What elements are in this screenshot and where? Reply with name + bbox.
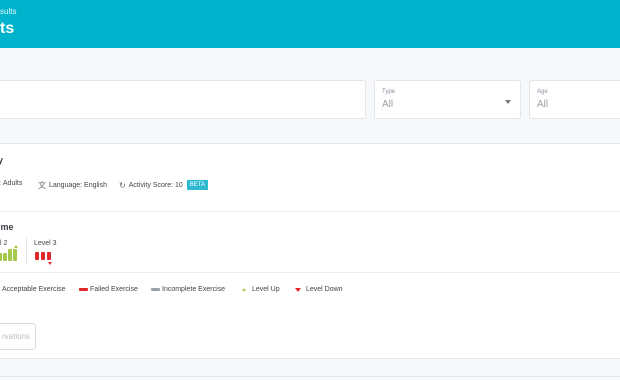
translate-icon: 文 bbox=[38, 181, 46, 190]
exercise-bar bbox=[47, 252, 51, 260]
legend-level-up: Level Up bbox=[242, 286, 280, 293]
bottom-divider bbox=[0, 376, 620, 377]
results-card: y : Adults 文Language: English ↻Activity … bbox=[0, 143, 620, 359]
breadcrumb[interactable]: sults bbox=[0, 7, 16, 16]
failed-swatch bbox=[79, 288, 88, 291]
legend-divider bbox=[0, 272, 620, 273]
type-value: All bbox=[382, 99, 394, 110]
language-meta: 文 Language: English bbox=[38, 180, 107, 191]
type-select[interactable]: Type All bbox=[374, 80, 521, 119]
header-bar: sults ts bbox=[0, 0, 620, 48]
legend-level-up-label: Level Up bbox=[252, 286, 280, 293]
chevron-down-icon bbox=[505, 100, 511, 104]
observations-button[interactable]: rvations bbox=[0, 323, 36, 350]
legend-incomplete-label: Incomplete Exercise bbox=[162, 286, 226, 293]
legend-acceptable-label: Acceptable Exercise bbox=[2, 286, 66, 293]
level-up-icon bbox=[242, 288, 246, 291]
refresh-icon: ↻ bbox=[119, 180, 126, 190]
level-down-icon bbox=[295, 287, 301, 292]
level-down-marker bbox=[48, 262, 52, 265]
filters-bar: Type All Age All bbox=[0, 48, 620, 130]
timeline-title: ime bbox=[0, 222, 14, 232]
activity-score-meta: ↻ Activity Score: 10 BETA bbox=[119, 180, 209, 190]
search-input[interactable] bbox=[0, 80, 366, 119]
exercise-bar bbox=[35, 252, 39, 260]
beta-badge: BETA bbox=[186, 180, 209, 190]
exercise-bar bbox=[8, 249, 12, 261]
audience-value: Adults bbox=[2, 180, 23, 187]
age-value: All bbox=[537, 99, 549, 110]
exercise-bar bbox=[3, 253, 7, 261]
legend-acceptable: Acceptable Exercise bbox=[0, 286, 65, 293]
exercise-bar bbox=[41, 252, 45, 260]
incomplete-swatch bbox=[151, 288, 160, 291]
legend-failed-label: Failed Exercise bbox=[90, 286, 138, 293]
level-3-label: Level 3 bbox=[34, 240, 57, 247]
age-select[interactable]: Age All bbox=[529, 80, 620, 119]
language-value: Language: English bbox=[49, 182, 107, 189]
legend-level-down-label: Level Down bbox=[306, 286, 343, 293]
type-label: Type bbox=[382, 89, 396, 95]
page-title: ts bbox=[0, 20, 15, 37]
audience-meta: : Adults bbox=[0, 180, 22, 187]
section-divider bbox=[0, 211, 620, 212]
activity-score-value: Activity Score: 10 bbox=[128, 181, 183, 189]
exercise-bar bbox=[13, 249, 17, 261]
exercise-bar bbox=[0, 253, 2, 261]
legend-level-down: Level Down bbox=[295, 286, 343, 293]
level-up-marker bbox=[14, 245, 18, 248]
level-separator bbox=[26, 238, 27, 265]
summary-title: y bbox=[0, 155, 4, 165]
legend-incomplete: Incomplete Exercise bbox=[151, 286, 225, 293]
level-2-label: l 2 bbox=[0, 240, 8, 247]
age-label: Age bbox=[537, 89, 548, 95]
legend-failed: Failed Exercise bbox=[79, 286, 138, 293]
